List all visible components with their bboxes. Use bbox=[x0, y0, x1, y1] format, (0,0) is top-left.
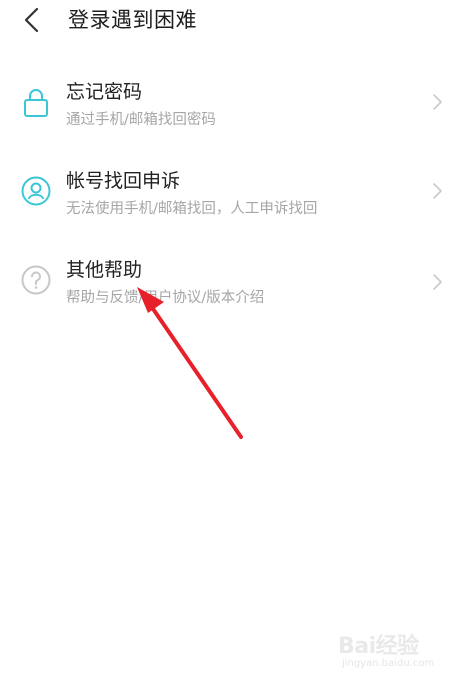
watermark: Bai经验 jingyan.baidu.com bbox=[338, 628, 448, 680]
back-button[interactable] bbox=[18, 6, 48, 36]
item-description: 帮助与反馈/用户协议/版本介绍 bbox=[66, 290, 265, 306]
chevron-right-icon bbox=[430, 181, 444, 201]
lock-icon bbox=[20, 86, 52, 118]
header-bar: 登录遇到困难 bbox=[0, 0, 458, 44]
watermark-logo: Bai经验 bbox=[338, 634, 419, 659]
page-title: 登录遇到困难 bbox=[68, 8, 197, 32]
question-circle-icon bbox=[20, 264, 52, 296]
menu-item-account-appeal[interactable]: 帐号找回申诉 无法使用手机/邮箱找回，人工申诉找回 bbox=[0, 169, 458, 241]
watermark-url: jingyan.baidu.com bbox=[342, 658, 435, 669]
menu-item-forgot-password[interactable]: 忘记密码 通过手机/邮箱找回密码 bbox=[0, 80, 458, 152]
user-circle-icon bbox=[20, 175, 52, 207]
item-title: 其他帮助 bbox=[66, 259, 143, 281]
item-description: 无法使用手机/邮箱找回，人工申诉找回 bbox=[66, 201, 318, 217]
item-title: 帐号找回申诉 bbox=[66, 170, 181, 192]
chevron-left-icon bbox=[18, 6, 48, 36]
chevron-right-icon bbox=[430, 272, 444, 292]
chevron-right-icon bbox=[430, 92, 444, 112]
item-title: 忘记密码 bbox=[66, 81, 143, 103]
item-description: 通过手机/邮箱找回密码 bbox=[66, 112, 216, 128]
menu-item-other-help[interactable]: 其他帮助 帮助与反馈/用户协议/版本介绍 bbox=[0, 258, 458, 330]
